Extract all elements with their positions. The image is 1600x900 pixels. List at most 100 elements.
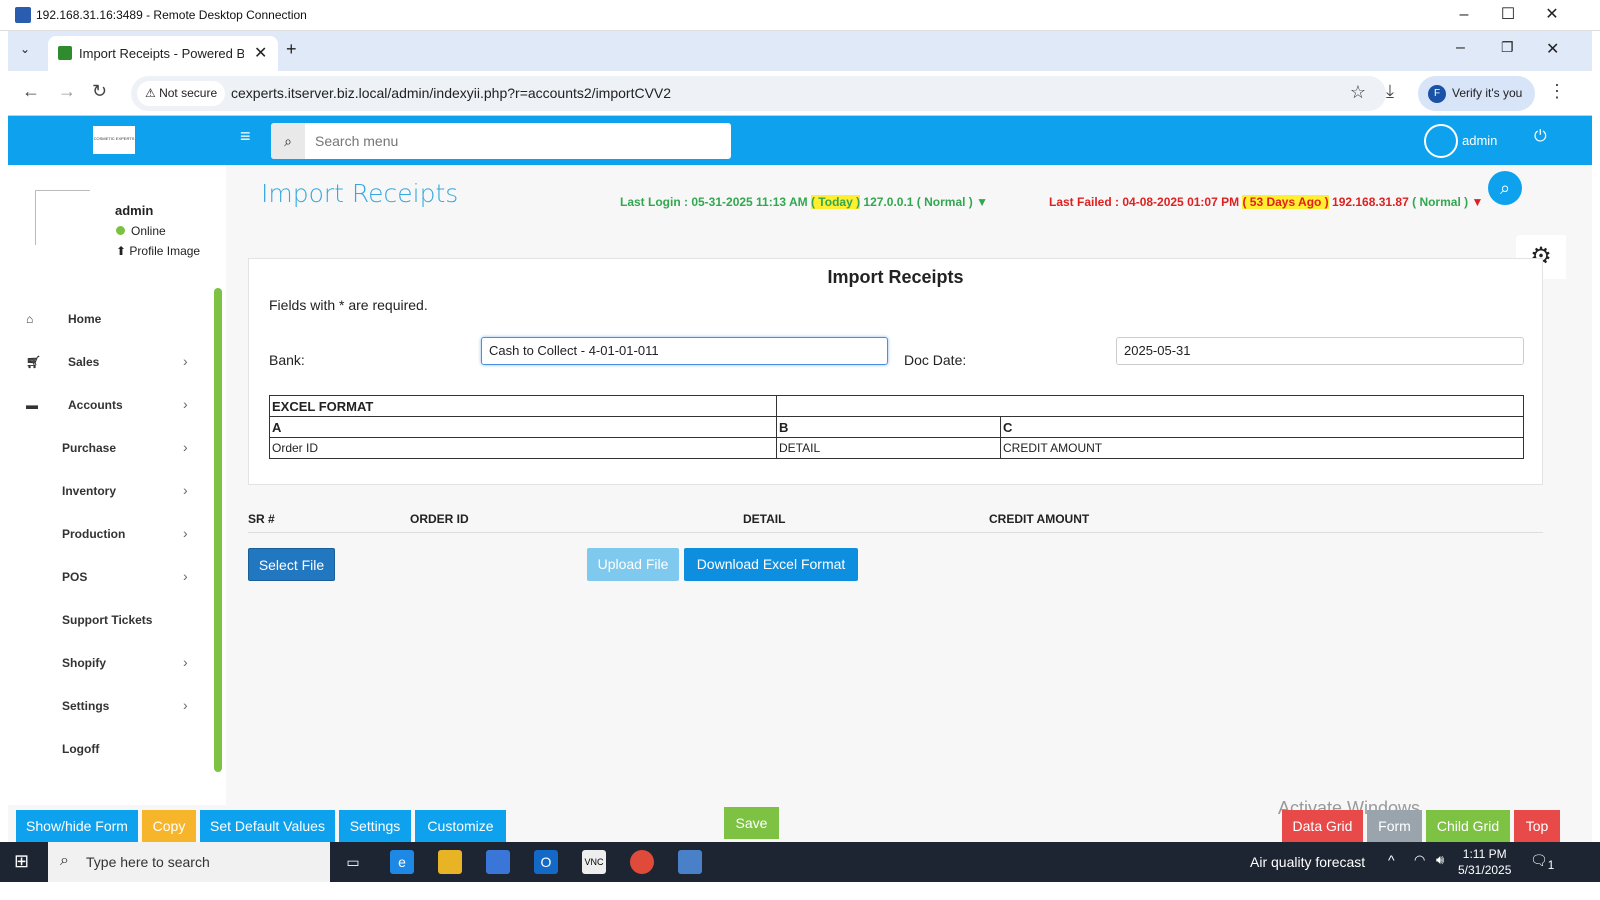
sidebar-item-accounts[interactable]: ▬ Accounts › <box>8 385 203 425</box>
excel-format-header: EXCEL FORMAT <box>269 395 777 417</box>
remote-desktop-icon[interactable] <box>678 850 702 874</box>
volume-icon[interactable]: 🔊︎ <box>1436 852 1444 868</box>
search-menu-input[interactable] <box>307 123 727 159</box>
upload-file-button[interactable]: Upload File <box>587 548 679 581</box>
sidebar-item-label: Purchase <box>62 441 117 455</box>
grid-col-sr[interactable]: SR # <box>248 512 275 526</box>
select-file-button[interactable]: Select File <box>248 548 335 581</box>
page-title: Import Receipts <box>261 179 459 208</box>
power-logout-icon[interactable]: ⏻ <box>1534 128 1547 146</box>
top-button[interactable]: Top <box>1514 810 1560 842</box>
sidebar-item-production[interactable]: Production › <box>8 514 203 554</box>
taskbar-clock[interactable]: 1:11 PM 5/31/2025 <box>1458 846 1511 878</box>
window-title: 192.168.31.16:3489 - Remote Desktop Conn… <box>36 8 307 22</box>
download-excel-format-button[interactable]: Download Excel Format <box>684 548 858 581</box>
tray-chevron-icon[interactable]: ^ <box>1388 852 1395 868</box>
tab-search-chevron-icon[interactable]: ⌄ <box>20 42 30 56</box>
form-button[interactable]: Form <box>1367 810 1422 842</box>
main-content: Import Receipts Last Login : 05-31-2025 … <box>226 165 1592 805</box>
reload-icon[interactable]: ↻ <box>92 81 107 102</box>
maximize-button[interactable]: ☐ <box>1494 4 1522 26</box>
sidebar-scrollbar[interactable] <box>214 288 222 772</box>
sidebar-item-sales[interactable]: 🛒︎ Sales › <box>8 342 203 382</box>
browser-tab[interactable]: Import Receipts - Powered By C ✕ <box>48 36 278 71</box>
omnibox[interactable]: ⚠ Not secure cexperts.itserver.biz.local… <box>131 76 1386 111</box>
taskbar-search-box[interactable]: ⌕ Type here to search <box>48 842 330 882</box>
vnc-icon[interactable]: VNC <box>582 850 606 874</box>
search-icon: ⌕ <box>60 852 69 869</box>
file-explorer-icon[interactable] <box>438 850 462 874</box>
chevron-right-icon: › <box>183 353 188 369</box>
browser-close-button[interactable]: ✕ <box>1546 39 1559 59</box>
sidebar-item-settings[interactable]: Settings › <box>8 686 203 726</box>
doc-date-field[interactable]: 2025-05-31 <box>1116 337 1524 365</box>
chevron-right-icon: › <box>183 568 188 584</box>
form-title: Import Receipts <box>827 267 964 287</box>
grid-col-credit-amount[interactable]: CREDIT AMOUNT <box>989 512 1089 526</box>
chevron-right-icon: › <box>183 654 188 670</box>
minimize-button[interactable]: – <box>1450 4 1478 26</box>
edge-icon[interactable]: e <box>390 850 414 874</box>
column-field: DETAIL <box>776 437 1001 459</box>
search-icon[interactable]: ⌕ <box>271 123 305 159</box>
browser-menu-icon[interactable]: ⋮ <box>1548 81 1566 102</box>
rdp-app-icon <box>15 7 31 23</box>
save-button[interactable]: Save <box>724 807 779 839</box>
browser-restore-button[interactable]: ❐ <box>1501 39 1514 56</box>
download-icon[interactable]: ⤓ <box>1386 81 1394 102</box>
sidebar-item-support-tickets[interactable]: Support Tickets <box>8 600 203 640</box>
sidebar-item-purchase[interactable]: Purchase › <box>8 428 203 468</box>
search-circle-icon[interactable]: ⌕ <box>1488 171 1522 205</box>
address-bar-row: ← → ↻ ⚠ Not secure cexperts.itserver.biz… <box>8 71 1592 116</box>
task-view-icon[interactable]: ▭ <box>341 850 365 874</box>
sidebar-item-home[interactable]: ⌂ Home <box>8 299 203 339</box>
forward-arrow-icon[interactable]: → <box>58 81 76 102</box>
chevron-right-icon: › <box>183 482 188 498</box>
profile-image-link[interactable]: ⬆ Profile Image <box>116 244 200 258</box>
hamburger-menu-icon[interactable]: ≡ <box>240 126 251 147</box>
settings-button[interactable]: Settings <box>339 810 411 842</box>
data-grid-button[interactable]: Data Grid <box>1282 810 1363 842</box>
network-icon[interactable]: ◠ <box>1414 852 1425 868</box>
search-menu-box: ⌕ <box>271 123 731 159</box>
new-tab-button[interactable]: + <box>286 39 297 60</box>
bank-label: Bank: <box>269 352 305 368</box>
browser-minimize-button[interactable]: – <box>1456 39 1465 57</box>
notification-icon[interactable]: 🗨︎1 <box>1530 852 1554 872</box>
outlook-icon[interactable]: O <box>534 850 558 874</box>
sidebar-item-label: Sales <box>68 355 100 369</box>
sidebar-item-pos[interactable]: POS › <box>8 557 203 597</box>
column-letter: C <box>1000 416 1524 438</box>
last-failed-info: Last Failed : 04-08-2025 01:07 PM ( 53 D… <box>1049 195 1484 209</box>
sidebar-item-logoff[interactable]: Logoff <box>8 729 203 769</box>
bookmark-star-icon[interactable]: ☆ <box>1350 82 1366 103</box>
bank-field[interactable]: Cash to Collect - 4-01-01-011 <box>481 337 888 365</box>
grid-col-order-id[interactable]: ORDER ID <box>410 512 469 526</box>
required-note: Fields with * are required. <box>269 297 428 313</box>
grid-col-detail[interactable]: DETAIL <box>743 512 785 526</box>
tab-title: Import Receipts - Powered By C <box>79 46 244 61</box>
back-arrow-icon[interactable]: ← <box>22 81 40 102</box>
sidebar-item-shopify[interactable]: Shopify › <box>8 643 203 683</box>
store-icon[interactable] <box>486 850 510 874</box>
column-field: CREDIT AMOUNT <box>1000 437 1524 459</box>
child-grid-button[interactable]: Child Grid <box>1426 810 1510 842</box>
copy-button[interactable]: Copy <box>142 810 196 842</box>
set-default-values-button[interactable]: Set Default Values <box>200 810 335 842</box>
windows-start-icon[interactable]: ⊞ <box>14 851 29 872</box>
chrome-icon[interactable] <box>630 850 654 874</box>
show-hide-form-button[interactable]: Show/hide Form <box>16 810 138 842</box>
close-tab-icon[interactable]: ✕ <box>254 43 267 63</box>
air-quality-widget[interactable]: Air quality forecast <box>1250 854 1365 870</box>
close-window-button[interactable]: ✕ <box>1538 4 1566 26</box>
customize-button[interactable]: Customize <box>415 810 506 842</box>
excel-format-table: EXCEL FORMAT A B C Order ID DETAIL CREDI… <box>269 395 1524 459</box>
sidebar-item-inventory[interactable]: Inventory › <box>8 471 203 511</box>
chevron-right-icon: › <box>183 439 188 455</box>
company-logo[interactable]: COSMETIC EXPERTS <box>93 126 135 154</box>
sidebar-item-label: Inventory <box>62 484 117 498</box>
url-text[interactable]: cexperts.itserver.biz.local/admin/indexy… <box>231 85 671 101</box>
chevron-right-icon: › <box>183 396 188 412</box>
not-secure-badge[interactable]: ⚠ Not secure <box>137 81 226 106</box>
verify-profile-button[interactable]: F Verify it's you <box>1418 76 1535 111</box>
